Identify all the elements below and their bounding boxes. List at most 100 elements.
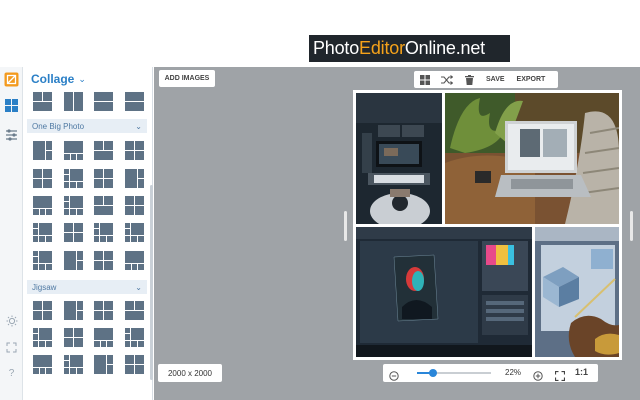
layout-thumbnail[interactable] xyxy=(63,91,84,112)
layout-thumbnail[interactable] xyxy=(63,354,84,375)
layout-cell xyxy=(33,355,52,367)
layout-cell xyxy=(64,251,76,270)
site-banner: PhotoEditorOnline.net xyxy=(309,35,510,62)
layout-thumbnail[interactable] xyxy=(124,140,145,161)
canvas-size-label: 2000 x 2000 xyxy=(158,364,222,382)
trash-icon[interactable] xyxy=(458,71,480,88)
layout-cell xyxy=(46,236,52,242)
layout-cell xyxy=(94,355,106,374)
layout-thumbnail[interactable] xyxy=(124,250,145,271)
layout-thumbnail[interactable] xyxy=(93,250,114,271)
save-button[interactable]: SAVE xyxy=(480,76,511,83)
export-button[interactable]: EXPORT xyxy=(511,76,552,83)
layout-thumbnail[interactable] xyxy=(93,91,114,112)
app-root: PhotoEditorOnline.net ? Collage ⌄ One Bi… xyxy=(0,0,640,400)
layout-thumbnail[interactable] xyxy=(124,300,145,321)
layout-cell xyxy=(104,251,113,260)
layout-cell xyxy=(64,169,69,174)
layout-cell xyxy=(46,264,52,270)
layout-thumbnail[interactable] xyxy=(93,222,114,243)
stylus-drawing-photo[interactable] xyxy=(535,227,619,357)
layout-thumbnail[interactable] xyxy=(124,91,145,112)
layout-cell xyxy=(64,154,70,160)
layout-thumbnail[interactable] xyxy=(32,168,53,189)
layout-thumbnail[interactable] xyxy=(63,300,84,321)
layout-thumbnail[interactable] xyxy=(63,222,84,243)
layout-thumbnail[interactable] xyxy=(63,195,84,216)
layout-cell xyxy=(33,223,38,228)
layout-cell xyxy=(104,261,113,270)
layout-thumbnail[interactable] xyxy=(124,327,145,348)
layout-thumbnail[interactable] xyxy=(32,250,53,271)
desk-setup-photo[interactable] xyxy=(356,93,442,224)
shuffle-icon[interactable] xyxy=(436,71,458,88)
banner-text-1: Photo xyxy=(313,38,360,58)
adjustments-icon[interactable] xyxy=(3,126,20,143)
left-resize-handle[interactable] xyxy=(344,211,347,241)
section-label: One Big Photo xyxy=(32,121,85,131)
collage-icon[interactable] xyxy=(3,97,20,114)
section-jigsaw[interactable]: Jigsaw ⌄ xyxy=(27,280,147,294)
layout-thumbnail[interactable] xyxy=(93,354,114,375)
layout-thumbnail[interactable] xyxy=(93,195,114,216)
layout-thumbnail[interactable] xyxy=(63,250,84,271)
layout-cell xyxy=(33,257,38,263)
layout-grid-icon[interactable] xyxy=(414,71,436,88)
layout-thumbnail[interactable] xyxy=(93,327,114,348)
layout-thumbnail[interactable] xyxy=(93,300,114,321)
layout-thumbnail[interactable] xyxy=(32,222,53,243)
panel-header[interactable]: Collage ⌄ xyxy=(23,67,152,91)
layout-cell xyxy=(125,365,134,374)
layout-thumbnail[interactable] xyxy=(63,140,84,161)
layout-thumbnail[interactable] xyxy=(124,168,145,189)
panel-scrollbar[interactable] xyxy=(150,185,153,380)
layout-thumbnail[interactable] xyxy=(63,327,84,348)
light-icon[interactable] xyxy=(3,312,20,329)
layout-thumbnail[interactable] xyxy=(124,195,145,216)
image-editor-icon[interactable] xyxy=(3,71,20,88)
layout-cell xyxy=(94,151,113,160)
zoom-slider-track[interactable] xyxy=(417,372,491,374)
fullscreen-icon[interactable] xyxy=(3,339,20,356)
zoom-in-icon[interactable] xyxy=(533,368,543,386)
fullscreen-icon[interactable] xyxy=(554,368,566,386)
layout-cell xyxy=(74,328,83,337)
layout-thumbnail[interactable] xyxy=(93,168,114,189)
layout-thumbnail[interactable] xyxy=(32,91,53,112)
top-toolbar: SAVE EXPORT xyxy=(414,71,558,88)
layout-cell xyxy=(46,341,52,347)
layout-cell xyxy=(33,301,42,310)
layout-thumbnail[interactable] xyxy=(63,168,84,189)
layout-thumbnail[interactable] xyxy=(32,140,53,161)
chevron-down-icon: ⌄ xyxy=(78,73,86,84)
layout-thumbnail[interactable] xyxy=(32,300,53,321)
layout-cell xyxy=(33,264,38,270)
laptop-on-couch-photo[interactable] xyxy=(445,93,619,224)
layout-thumbnail[interactable] xyxy=(32,354,53,375)
layout-thumbnail[interactable] xyxy=(32,195,53,216)
zoom-value: 22% xyxy=(505,368,522,377)
layout-cell xyxy=(64,92,73,111)
layout-thumbnail[interactable] xyxy=(124,354,145,375)
section-label: Jigsaw xyxy=(32,282,57,292)
layout-cell xyxy=(43,92,52,101)
layout-thumbnail[interactable] xyxy=(93,140,114,161)
zoom-out-icon[interactable] xyxy=(389,368,399,386)
section-one-big-photo[interactable]: One Big Photo ⌄ xyxy=(27,119,147,133)
layout-cell xyxy=(77,209,83,215)
fit-1-1-button[interactable]: 1:1 xyxy=(575,367,588,377)
help-icon[interactable]: ? xyxy=(3,365,20,382)
right-resize-handle[interactable] xyxy=(630,211,633,241)
layout-cell xyxy=(64,209,69,215)
photoshop-screen-photo[interactable] xyxy=(356,227,532,357)
layout-cell xyxy=(104,169,113,178)
layout-thumbnail[interactable] xyxy=(32,327,53,348)
layout-thumbnail[interactable] xyxy=(124,222,145,243)
zoom-slider-handle[interactable] xyxy=(429,369,438,377)
layout-cell xyxy=(64,338,73,347)
tool-rail: ? xyxy=(0,67,23,400)
add-images-button[interactable]: ADD IMAGES xyxy=(159,70,215,87)
layout-cell xyxy=(125,355,134,364)
layout-cell xyxy=(64,361,69,367)
layout-cell xyxy=(100,223,113,235)
